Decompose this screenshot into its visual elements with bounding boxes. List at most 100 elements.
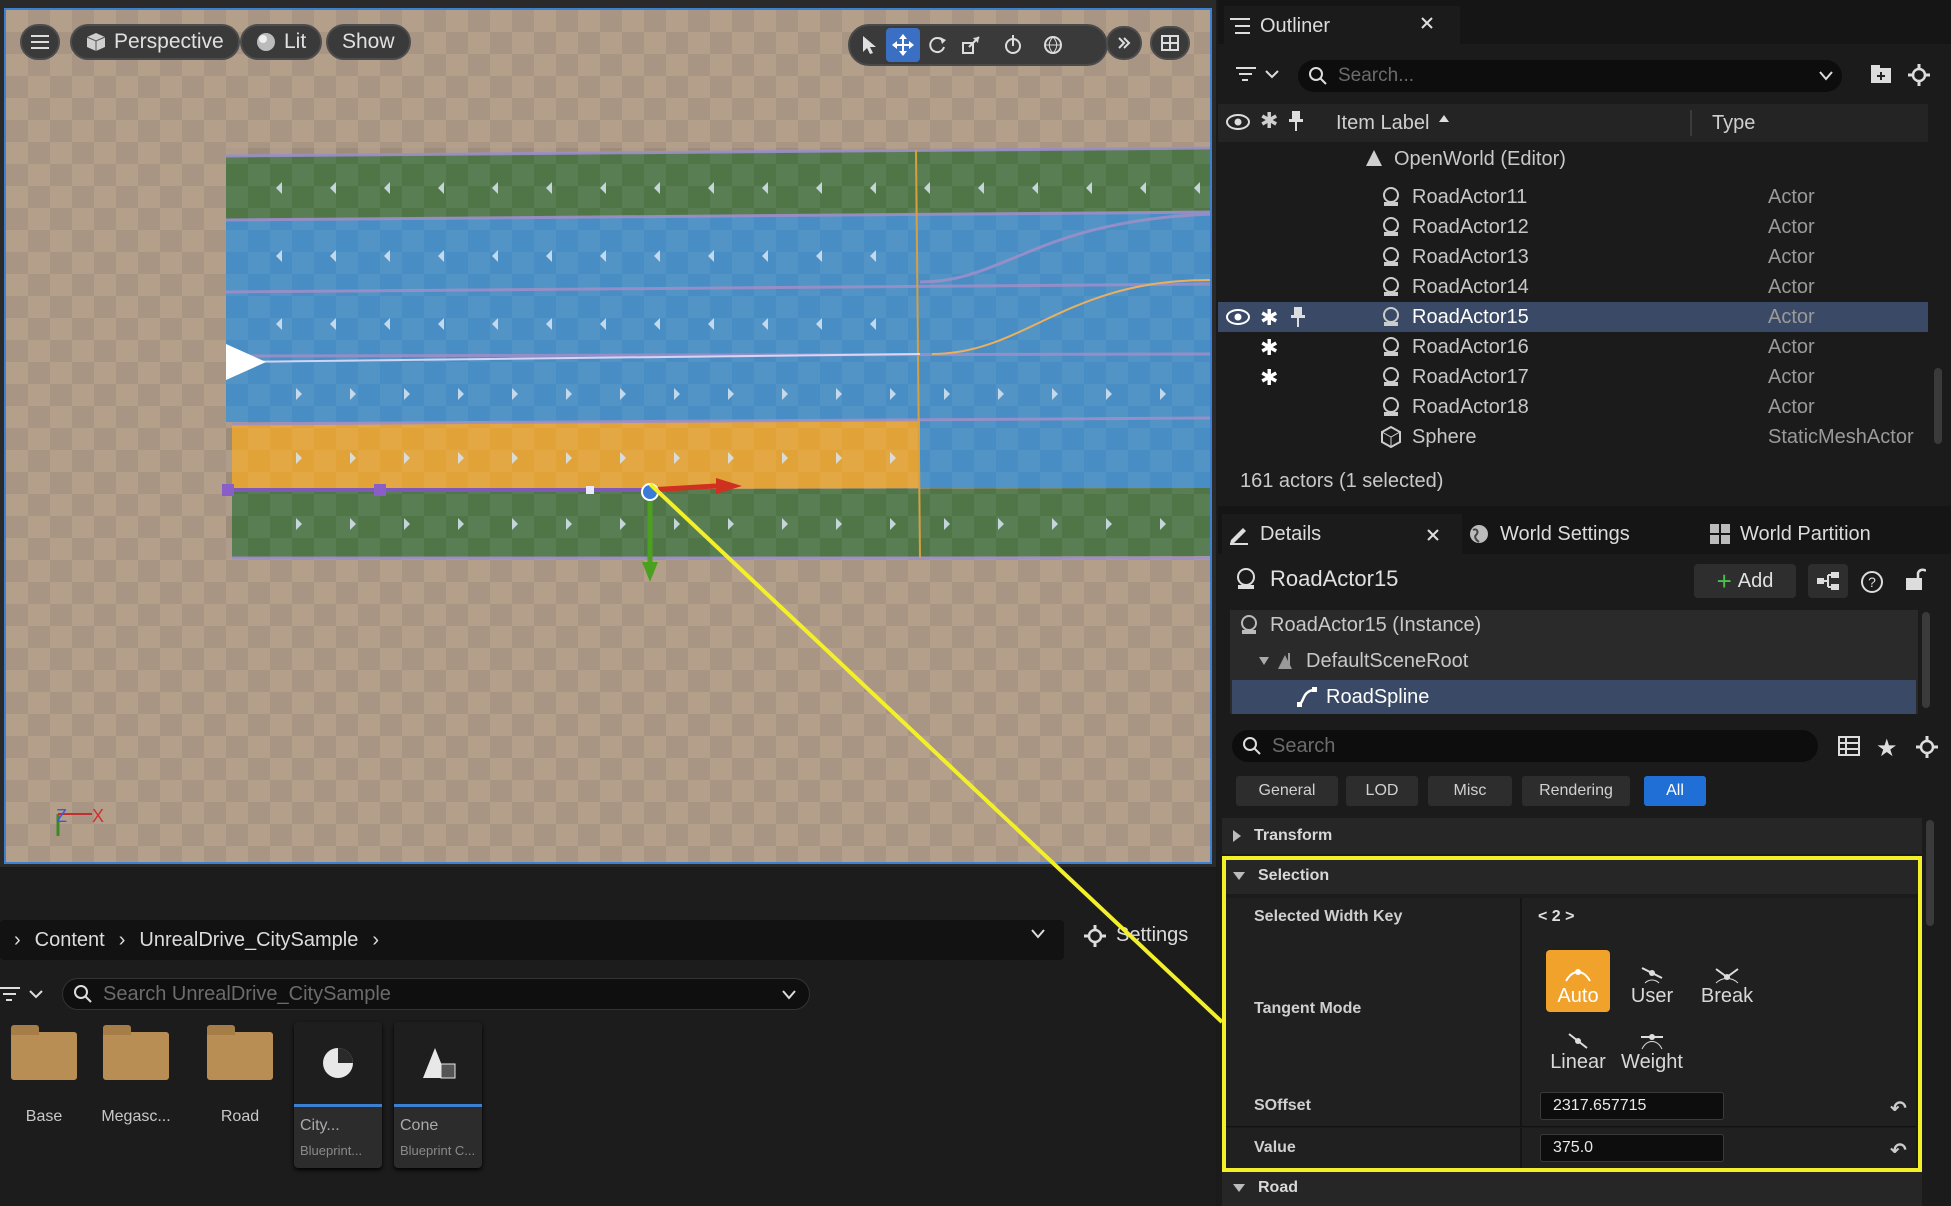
- folder-label: Base: [25, 1108, 63, 1125]
- viewport-menu-button[interactable]: [20, 24, 60, 60]
- pin-icon[interactable]: [1288, 110, 1304, 132]
- tab-world-partition[interactable]: World Partition: [1710, 514, 1871, 554]
- add-folder-icon[interactable]: [1870, 64, 1892, 84]
- breadcrumb-content[interactable]: Content: [35, 929, 105, 952]
- asterisk-icon[interactable]: ✱: [1260, 335, 1278, 361]
- perspective-button[interactable]: Perspective: [70, 24, 240, 60]
- surface-snap-button[interactable]: [996, 28, 1030, 62]
- chevron-right-icon: ›: [372, 928, 380, 951]
- filter-rendering-button[interactable]: Rendering: [1522, 776, 1630, 806]
- outliner-world-row[interactable]: OpenWorld (Editor): [1218, 144, 1928, 174]
- details-settings-gear-icon[interactable]: [1916, 736, 1938, 758]
- chevron-down-icon[interactable]: [781, 989, 797, 1001]
- content-search-input[interactable]: Search UnrealDrive_CitySample: [62, 978, 810, 1010]
- outliner-settings-gear-icon[interactable]: [1908, 64, 1930, 86]
- world-local-button[interactable]: [1036, 28, 1070, 62]
- viewport-frame[interactable]: Z X Perspective Lit Show: [4, 8, 1212, 864]
- hierarchy-icon: [1817, 572, 1839, 590]
- chevron-down-icon[interactable]: [1818, 70, 1834, 82]
- tree-item-road-spline[interactable]: RoadSpline: [1232, 680, 1916, 714]
- category-transform[interactable]: Transform: [1222, 818, 1922, 854]
- spline-icon: [1296, 686, 1318, 708]
- svg-text:?: ?: [1868, 574, 1876, 590]
- show-button[interactable]: Show: [326, 24, 411, 60]
- actor-name[interactable]: RoadActor15: [1270, 566, 1398, 592]
- viewport-scene[interactable]: [6, 10, 1212, 864]
- outliner-row-type: Actor: [1768, 305, 1815, 328]
- filter-icon[interactable]: [0, 986, 46, 1004]
- asset-card-cone[interactable]: Cone Blueprint C...: [394, 1022, 482, 1168]
- outliner-search-input[interactable]: Search...: [1298, 60, 1842, 92]
- filter-lod-button[interactable]: LOD: [1346, 776, 1418, 806]
- tab-details[interactable]: Details: [1222, 514, 1462, 554]
- translate-tool-button[interactable]: [886, 28, 920, 62]
- filter-general-button[interactable]: General: [1236, 776, 1338, 806]
- blueprint-button[interactable]: [1808, 564, 1848, 598]
- visibility-eye-icon[interactable]: [1226, 307, 1250, 327]
- asterisk-icon[interactable]: ✱: [1260, 108, 1278, 134]
- folder-base[interactable]: Base: [0, 1022, 88, 1126]
- world-globe-icon: [1468, 523, 1490, 545]
- col-type[interactable]: Type: [1712, 112, 1755, 135]
- outliner-row[interactable]: RoadActor13 Actor: [1218, 242, 1928, 272]
- outliner-row-type: Actor: [1768, 275, 1815, 298]
- outliner-row[interactable]: Sphere StaticMeshActor: [1218, 422, 1928, 452]
- outliner-row-type: StaticMeshActor: [1768, 425, 1914, 448]
- rotate-tool-button[interactable]: [920, 28, 954, 62]
- lock-open-icon[interactable]: [1904, 566, 1926, 592]
- level-viewport[interactable]: Z X Perspective Lit Show: [0, 0, 1216, 867]
- outliner-row[interactable]: RoadActor12 Actor: [1218, 212, 1928, 242]
- asterisk-icon[interactable]: ✱: [1260, 365, 1278, 391]
- outliner-row[interactable]: RoadActor18 Actor: [1218, 392, 1928, 422]
- settings-button[interactable]: Settings: [1084, 924, 1188, 947]
- tab-outliner[interactable]: Outliner: [1224, 6, 1460, 46]
- filter-icon[interactable]: [1236, 66, 1282, 84]
- viewport-layout-button[interactable]: [1150, 26, 1190, 60]
- table-view-icon[interactable]: [1838, 736, 1860, 756]
- select-tool-button[interactable]: [852, 28, 886, 62]
- chevron-right-icon: ›: [118, 928, 126, 951]
- outliner-row[interactable]: RoadActor14 Actor: [1218, 272, 1928, 302]
- outliner-scrollbar[interactable]: [1934, 368, 1942, 444]
- outliner-row[interactable]: RoadActor11 Actor: [1218, 182, 1928, 212]
- help-icon[interactable]: ?: [1860, 570, 1884, 594]
- category-road[interactable]: Road: [1222, 1170, 1922, 1206]
- tab-world-settings[interactable]: World Settings: [1468, 514, 1630, 554]
- outliner-row-label: RoadActor12: [1412, 215, 1529, 238]
- outliner-title: Outliner: [1260, 14, 1331, 37]
- filter-all-button[interactable]: All: [1644, 776, 1706, 806]
- tree-scrollbar[interactable]: [1922, 612, 1930, 708]
- filter-misc-button[interactable]: Misc: [1428, 776, 1512, 806]
- folder-megascans[interactable]: Megasc...: [92, 1022, 180, 1126]
- collapse-triangle-icon[interactable]: [1258, 656, 1270, 666]
- close-icon[interactable]: [1420, 16, 1434, 30]
- add-component-button[interactable]: + Add: [1694, 564, 1796, 598]
- blueprint-class-icon: [419, 1044, 457, 1082]
- level-icon: [1364, 148, 1384, 168]
- outliner-row[interactable]: ✱ RoadActor15 Actor: [1218, 302, 1928, 332]
- col-item-label[interactable]: Item Label: [1336, 112, 1429, 135]
- pin-icon[interactable]: [1290, 306, 1306, 328]
- asset-card-city[interactable]: City... Blueprint...: [294, 1022, 382, 1168]
- scale-tool-button[interactable]: [954, 28, 988, 62]
- close-icon[interactable]: [1426, 528, 1440, 542]
- history-dropdown-icon[interactable]: [1030, 928, 1046, 940]
- visibility-eye-icon[interactable]: [1226, 112, 1250, 132]
- search-icon: [1308, 66, 1328, 86]
- breadcrumb-unrealdrive[interactable]: UnrealDrive_CitySample: [139, 929, 358, 952]
- outliner-row[interactable]: ✱ RoadActor17 Actor: [1218, 362, 1928, 392]
- lit-button[interactable]: Lit: [240, 24, 323, 60]
- outliner-row-type: Actor: [1768, 335, 1815, 358]
- tree-item-default-scene-root[interactable]: DefaultSceneRoot: [1232, 644, 1916, 678]
- folder-road[interactable]: Road: [196, 1022, 284, 1126]
- actor-icon: [1380, 276, 1402, 298]
- star-favorites-icon[interactable]: ★: [1876, 734, 1898, 763]
- actor-icon: [1238, 614, 1260, 636]
- more-tools-button[interactable]: [1106, 26, 1142, 60]
- tree-item-instance[interactable]: RoadActor15 (Instance): [1232, 608, 1916, 642]
- folder-icon: [103, 1025, 169, 1080]
- details-search-input[interactable]: Search: [1232, 730, 1818, 762]
- outliner-row[interactable]: ✱ RoadActor16 Actor: [1218, 332, 1928, 362]
- details-scrollbar[interactable]: [1926, 820, 1934, 926]
- asterisk-icon[interactable]: ✱: [1260, 305, 1278, 331]
